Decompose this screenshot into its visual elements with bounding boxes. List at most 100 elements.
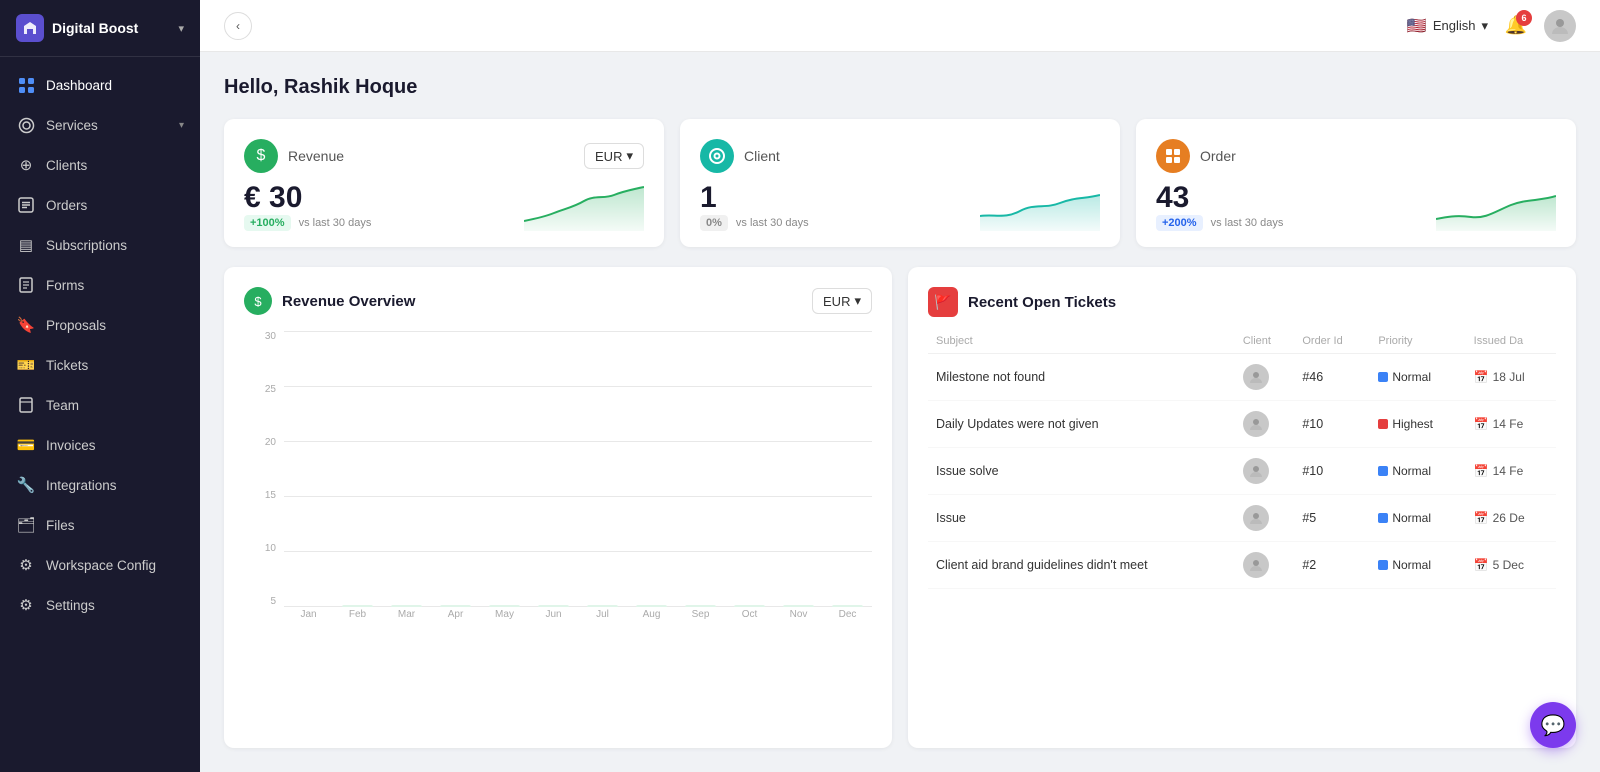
- sidebar-item-clients[interactable]: ⊕ Clients: [0, 145, 200, 185]
- priority-tag-4: Normal: [1378, 511, 1457, 525]
- table-row: Issue solve #10 Normal: [928, 448, 1556, 495]
- sidebar-label-orders: Orders: [46, 198, 184, 213]
- revenue-value: € 30: [244, 181, 371, 215]
- invoices-icon: 💳: [16, 435, 36, 455]
- priority-label-2: Highest: [1392, 417, 1433, 431]
- bar-jun: [529, 605, 578, 607]
- priority-dot-5: [1378, 560, 1388, 570]
- bar-oct: [725, 605, 774, 607]
- y-label-25: 25: [265, 384, 276, 395]
- x-nov: Nov: [774, 609, 823, 631]
- sidebar-item-invoices[interactable]: 💳 Invoices: [0, 425, 200, 465]
- order-footer: +200% vs last 30 days: [1156, 215, 1283, 231]
- tickets-icon: 🎫: [16, 355, 36, 375]
- priority-tag-5: Normal: [1378, 558, 1457, 572]
- priority-1: Normal: [1370, 354, 1465, 401]
- sidebar-item-team[interactable]: Team: [0, 385, 200, 425]
- sidebar-logo[interactable]: Digital Boost ▾: [0, 0, 200, 57]
- sidebar-item-services[interactable]: Services ▾: [0, 105, 200, 145]
- col-client: Client: [1235, 329, 1295, 354]
- chart-currency-select[interactable]: EUR ▾: [812, 288, 872, 314]
- y-label-10: 10: [265, 543, 276, 554]
- priority-label-3: Normal: [1392, 464, 1431, 478]
- bar-mar: [382, 605, 431, 607]
- chat-fab-button[interactable]: 💬: [1530, 702, 1576, 748]
- flag-icon: 🇺🇸: [1407, 16, 1427, 36]
- files-icon: 🗂: [16, 515, 36, 535]
- bar-sep: [676, 605, 725, 607]
- sidebar-item-workspace[interactable]: ⚙ Workspace Config: [0, 545, 200, 585]
- stat-card-header-order: Order: [1156, 139, 1556, 173]
- table-row: Issue #5 Normal: [928, 495, 1556, 542]
- x-apr: Apr: [431, 609, 480, 631]
- y-label-30: 30: [265, 331, 276, 342]
- settings-icon: ⚙: [16, 595, 36, 615]
- revenue-title: Revenue: [288, 148, 344, 164]
- priority-4: Normal: [1370, 495, 1465, 542]
- tickets-flag-icon: 🚩: [928, 287, 958, 317]
- page-content: Hello, Rashik Hoque $ Revenue EUR ▾: [200, 52, 1600, 772]
- order-mini-chart: [1436, 181, 1556, 231]
- priority-dot-2: [1378, 419, 1388, 429]
- avatar: [1243, 458, 1269, 484]
- bar-apr: [431, 605, 480, 607]
- table-row: Daily Updates were not given #10 H: [928, 401, 1556, 448]
- sidebar-item-settings[interactable]: ⚙ Settings: [0, 585, 200, 625]
- subject-4: Issue: [928, 495, 1235, 542]
- sidebar-label-proposals: Proposals: [46, 318, 184, 333]
- order-id-1: #46: [1294, 354, 1370, 401]
- logo-icon: [16, 14, 44, 42]
- sidebar-label-subscriptions: Subscriptions: [46, 238, 184, 253]
- sidebar-item-proposals[interactable]: 🔖 Proposals: [0, 305, 200, 345]
- date-value-3: 14 Fe: [1493, 464, 1524, 478]
- tickets-title: Recent Open Tickets: [968, 294, 1116, 311]
- calendar-icon-1: 📅: [1474, 370, 1489, 384]
- notifications-button[interactable]: 🔔 6: [1500, 10, 1532, 42]
- subscriptions-icon: ▤: [16, 235, 36, 255]
- bar-jul: [578, 605, 627, 607]
- tickets-card: 🚩 Recent Open Tickets Subject Client Ord…: [908, 267, 1576, 748]
- client-mini-chart: [980, 181, 1100, 231]
- x-sep: Sep: [676, 609, 725, 631]
- sidebar-item-dashboard[interactable]: Dashboard: [0, 65, 200, 105]
- revenue-overview-card: $ Revenue Overview EUR ▾ 30 25 20: [224, 267, 892, 748]
- date-1: 📅 18 Jul: [1466, 354, 1556, 401]
- sidebar-item-subscriptions[interactable]: ▤ Subscriptions: [0, 225, 200, 265]
- date-cell-5: 📅 5 Dec: [1474, 558, 1548, 572]
- sidebar-item-forms[interactable]: Forms: [0, 265, 200, 305]
- revenue-currency-select[interactable]: EUR ▾: [584, 143, 644, 169]
- date-value-1: 18 Jul: [1493, 370, 1525, 384]
- language-selector[interactable]: 🇺🇸 English ▾: [1407, 16, 1488, 36]
- sidebar-nav: Dashboard Services ▾ ⊕ Clients: [0, 57, 200, 772]
- sidebar-item-tickets[interactable]: 🎫 Tickets: [0, 345, 200, 385]
- stat-title-row-revenue: $ Revenue: [244, 139, 344, 173]
- stat-title-row-client: Client: [700, 139, 780, 173]
- date-3: 📅 14 Fe: [1466, 448, 1556, 495]
- date-2: 📅 14 Fe: [1466, 401, 1556, 448]
- team-icon: [16, 395, 36, 415]
- bar-nov: [774, 605, 823, 607]
- revenue-compare: vs last 30 days: [299, 217, 372, 229]
- client-title: Client: [744, 148, 780, 164]
- client-footer: 0% vs last 30 days: [700, 215, 809, 231]
- revenue-select-chevron: ▾: [626, 148, 633, 164]
- y-label-5: 5: [270, 596, 276, 607]
- stat-card-client: Client 1 0% vs last 30 days: [680, 119, 1120, 247]
- priority-tag-2: Highest: [1378, 417, 1457, 431]
- priority-tag-3: Normal: [1378, 464, 1457, 478]
- sidebar-item-integrations[interactable]: 🔧 Integrations: [0, 465, 200, 505]
- client-avatar-4: [1235, 495, 1295, 542]
- sidebar-item-files[interactable]: 🗂 Files: [0, 505, 200, 545]
- user-avatar[interactable]: [1544, 10, 1576, 42]
- services-chevron-icon: ▾: [179, 120, 184, 131]
- calendar-icon-2: 📅: [1474, 417, 1489, 431]
- sidebar-label-files: Files: [46, 518, 184, 533]
- stat-title-row-order: Order: [1156, 139, 1236, 173]
- sidebar-item-orders[interactable]: Orders: [0, 185, 200, 225]
- client-compare: vs last 30 days: [736, 217, 809, 229]
- chat-icon: 💬: [1541, 713, 1566, 738]
- sidebar-toggle-button[interactable]: ‹: [224, 12, 252, 40]
- order-compare: vs last 30 days: [1211, 217, 1284, 229]
- col-subject: Subject: [928, 329, 1235, 354]
- x-aug: Aug: [627, 609, 676, 631]
